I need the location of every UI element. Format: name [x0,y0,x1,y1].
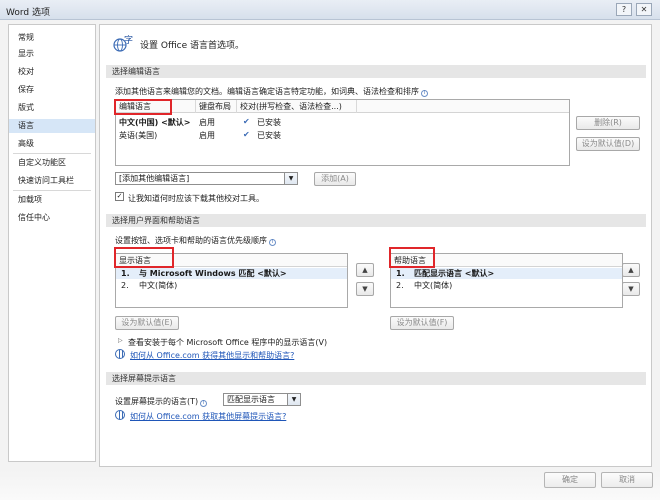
display-language-list[interactable]: 显示语言 1. 与 Microsoft Windows 匹配 <默认> 2. 中… [115,253,348,308]
column-help-language: 帮助语言 [394,256,426,265]
item-number: 1. [121,269,130,278]
proofing-cell: 已安装 [257,131,281,140]
grid-header: 编辑语言 键盘布局 校对(拼写检查、语法检查...) [116,100,569,113]
options-sidebar: 常规 显示 校对 保存 版式 语言 高级 自定义功能区 快速访问工具栏 加载项 … [8,24,96,462]
add-button[interactable]: 添加(A) [314,172,356,186]
item-label: 中文(简体) [414,281,453,290]
info-icon[interactable]: i [269,239,276,246]
set-default-editing-button[interactable]: 设为默认值(D) [576,137,640,151]
globe-icon [115,410,125,420]
chevron-down-icon[interactable]: ▼ [287,394,300,405]
item-number: 2. [396,281,404,290]
sidebar-item-quick-access[interactable]: 快速访问工具栏 [9,174,95,188]
get-more-display-languages-link[interactable]: 如何从 Office.com 获得其他显示和帮助语言? [130,350,294,361]
proofing-tools-checkbox[interactable]: ✓ [115,192,124,201]
view-installed-languages[interactable]: 查看安装于每个 Microsoft Office 程序中的显示语言(V) [128,337,327,348]
chevron-down-icon[interactable]: ▼ [284,173,297,184]
get-more-screentip-languages-link[interactable]: 如何从 Office.com 获取其他屏幕提示语言? [130,411,286,422]
section-header-ui-help: 选择用户界面和帮助语言 [106,214,646,227]
item-number: 1. [396,269,405,278]
list-item[interactable]: 1. 匹配显示语言 <默认> [391,268,622,279]
list-item[interactable]: 1. 与 Microsoft Windows 匹配 <默认> [116,268,347,279]
language-cell: 英语(美国) [119,131,158,140]
list-item[interactable]: 2. 中文(简体) [391,280,622,291]
language-options-panel: 字 设置 Office 语言首选项。 选择编辑语言 添加其他语言来编辑您的文档。… [99,24,652,467]
ui-help-description-text: 设置按钮、选项卡和帮助的语言优先级顺序 [115,236,267,245]
window-controls: ? ✕ [616,3,652,16]
section-header-editing: 选择编辑语言 [106,65,646,78]
sidebar-item-language[interactable]: 语言 [9,119,95,133]
globe-icon [115,349,125,359]
move-down-icon[interactable]: ▼ [356,282,374,296]
help-language-list[interactable]: 帮助语言 1. 匹配显示语言 <默认> 2. 中文(简体) [390,253,623,308]
spellcheck-icon: ✔ [243,130,250,139]
table-row[interactable]: 中文(中国) <默认> 启用 ✔ 已安装 [116,117,569,128]
sidebar-item-proofing[interactable]: 校对 [9,65,95,79]
sidebar-item-trust-center[interactable]: 信任中心 [9,211,95,225]
table-row[interactable]: 英语(美国) 启用 ✔ 已安装 [116,130,569,141]
page-title: 设置 Office 语言首选项。 [140,41,244,51]
svg-text:字: 字 [124,34,133,46]
screentip-language-combo[interactable]: 匹配显示语言 ▼ [223,393,301,406]
sidebar-divider [13,190,91,191]
move-up-icon[interactable]: ▲ [622,263,640,277]
column-editing-language[interactable]: 编辑语言 [116,100,196,113]
combo-value: 匹配显示语言 [227,395,275,404]
column-keyboard[interactable]: 键盘布局 [196,100,237,113]
move-up-icon[interactable]: ▲ [356,263,374,277]
item-label: 与 Microsoft Windows 匹配 <默认> [139,269,287,278]
language-cell: 中文(中国) <默认> [119,118,191,127]
spellcheck-icon: ✔ [243,117,250,126]
sidebar-item-addins[interactable]: 加载项 [9,193,95,207]
item-number: 2. [121,281,129,290]
grid-header: 显示语言 [116,254,347,267]
grid-header: 帮助语言 [391,254,622,267]
word-options-window: Word 选项 ? ✕ 常规 显示 校对 保存 版式 语言 高级 自定义功能区 … [0,0,660,500]
info-icon[interactable]: i [200,400,208,407]
editing-description: 添加其他语言来编辑您的文档。编辑语言确定语言特定功能，如词典、语法检查和排序 i [115,86,428,97]
ok-button[interactable]: 确定 [544,472,596,488]
help-icon[interactable]: ? [616,3,632,16]
sidebar-divider [13,153,91,154]
keyboard-cell: 启用 [199,131,215,140]
sidebar-item-save[interactable]: 保存 [9,83,95,97]
keyboard-cell: 启用 [199,118,215,127]
expand-arrow-icon[interactable]: ▷ [118,337,124,345]
list-item[interactable]: 2. 中文(简体) [116,280,347,291]
item-label: 匹配显示语言 <默认> [414,269,495,278]
ui-help-description: 设置按钮、选项卡和帮助的语言优先级顺序 i [115,235,276,246]
section-header-screentip: 选择屏幕提示语言 [106,372,646,385]
cancel-button[interactable]: 取消 [601,472,653,488]
set-default-display-button[interactable]: 设为默认值(E) [115,316,179,330]
checkbox-label[interactable]: 让我知道何时应该下载其他校对工具。 [128,193,264,204]
sidebar-item-display[interactable]: 显示 [9,47,95,61]
language-globe-icon: 字 [113,34,133,52]
proofing-cell: 已安装 [257,118,281,127]
add-editing-language-combo[interactable]: [添加其他编辑语言] ▼ [115,172,298,185]
window-title: Word 选项 [6,8,50,18]
sidebar-item-general[interactable]: 常规 [9,31,95,45]
sidebar-item-advanced[interactable]: 高级 [9,137,95,151]
sidebar-item-layout[interactable]: 版式 [9,101,95,115]
close-icon[interactable]: ✕ [636,3,652,16]
column-proofing[interactable]: 校对(拼写检查、语法检查...) [237,100,357,113]
title-bar: Word 选项 ? ✕ [0,0,660,20]
combo-value: [添加其他编辑语言] [119,174,190,183]
info-icon[interactable]: i [421,90,428,97]
remove-button[interactable]: 删除(R) [576,116,640,130]
screentip-label-text: 设置屏幕提示的语言(T) [115,397,199,406]
sidebar-item-customize-ribbon[interactable]: 自定义功能区 [9,156,95,170]
editing-description-text: 添加其他语言来编辑您的文档。编辑语言确定语言特定功能，如词典、语法检查和排序 [115,87,419,96]
screentip-label: 设置屏幕提示的语言(T) i [115,396,208,407]
set-default-help-button[interactable]: 设为默认值(F) [390,316,454,330]
editing-language-grid[interactable]: 编辑语言 键盘布局 校对(拼写检查、语法检查...) 中文(中国) <默认> 启… [115,99,570,166]
move-down-icon[interactable]: ▼ [622,282,640,296]
item-label: 中文(简体) [139,281,178,290]
column-display-language: 显示语言 [119,256,151,265]
